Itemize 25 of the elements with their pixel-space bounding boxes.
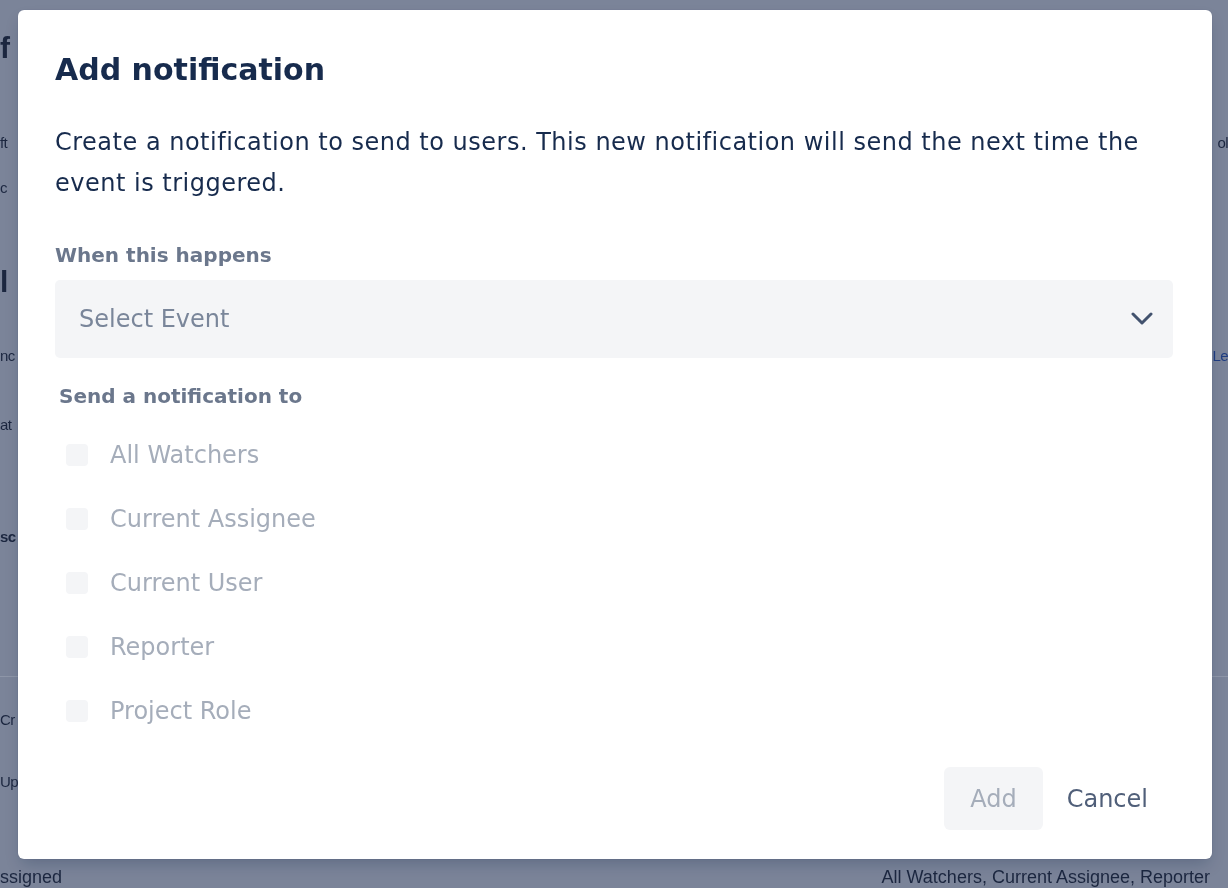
text-fragment: Up (0, 772, 18, 792)
dialog-title: Add notification (55, 51, 327, 89)
dialog-description: Create a notification to send to users. This new notification will send the next time the event is triggered. (55, 127, 1140, 199)
checkbox-label: Project Role (110, 696, 252, 726)
field-label: Send a notification to (59, 383, 303, 409)
heading-fragment: l (0, 265, 9, 299)
text-fragment: nc (0, 346, 15, 366)
text-fragment: c (0, 178, 7, 198)
table-cell: ssigned (0, 866, 63, 888)
text-fragment: Cr (0, 710, 15, 730)
checkbox-label: Current User (110, 568, 263, 598)
link-fragment: Le (1212, 346, 1228, 366)
checkbox-label: All Watchers (110, 440, 260, 470)
chevron-down-icon (1131, 312, 1153, 326)
field-label: When this happens (55, 242, 272, 268)
cancel-button[interactable]: Cancel (1054, 767, 1160, 830)
text-fragment: at (0, 415, 12, 435)
text-fragment: ft (0, 133, 8, 153)
checkbox-label: Reporter (110, 632, 215, 662)
text-fragment: sc (0, 527, 16, 547)
heading-fragment: f (0, 31, 10, 65)
table-cell: All Watchers, Current Assignee, Reporter (881, 866, 1210, 888)
checkbox-label: Current Assignee (110, 504, 316, 534)
event-select[interactable]: Select Event (55, 280, 1173, 358)
text-fragment: ol (1217, 133, 1228, 153)
